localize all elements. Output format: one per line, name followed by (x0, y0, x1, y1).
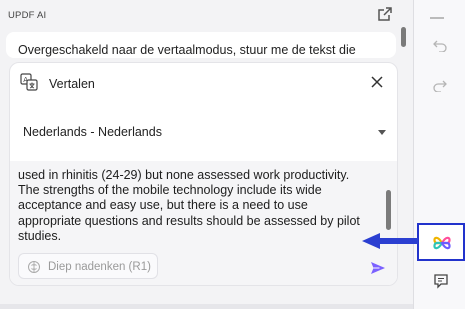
undo-icon[interactable] (433, 38, 447, 52)
updf-ai-logo-icon (433, 236, 451, 250)
chat-message-text: Overgeschakeld naar de vertaalmodus, stu… (18, 43, 356, 57)
translate-card-title: Vertalen (49, 77, 95, 91)
deep-think-button[interactable]: Diep nadenken (R1) (18, 253, 158, 279)
chevron-down-icon (378, 130, 386, 135)
ai-assistant-button[interactable] (417, 223, 465, 261)
pointer-arrow-icon (362, 233, 418, 249)
send-icon[interactable] (370, 261, 386, 275)
panel-title: UPDF AI (8, 10, 47, 21)
toolbar-divider (430, 17, 444, 19)
input-scrollbar[interactable] (386, 190, 391, 230)
brain-icon (28, 261, 40, 273)
translate-input-area[interactable]: used in rhinitis (24-29) but none assess… (10, 161, 397, 285)
chat-message: Overgeschakeld naar de vertaalmodus, stu… (6, 32, 396, 58)
language-select-value: Nederlands - Nederlands (23, 125, 162, 139)
right-toolbar (413, 0, 465, 309)
language-select[interactable]: Nederlands - Nederlands (10, 115, 397, 145)
translate-icon: A (20, 73, 38, 91)
close-icon[interactable] (369, 74, 385, 90)
translate-card-header: A Vertalen (10, 63, 397, 103)
panel-scrollbar[interactable] (401, 27, 406, 47)
popout-icon[interactable] (377, 6, 393, 22)
deep-think-label: Diep nadenken (R1) (48, 261, 151, 273)
panel-bottom-bar (0, 304, 413, 309)
ai-panel: UPDF AI Overgeschakeld naar de vertaalmo… (0, 0, 413, 309)
translate-input-text[interactable]: used in rhinitis (24-29) but none assess… (18, 168, 368, 244)
comment-icon[interactable] (433, 273, 449, 289)
redo-icon[interactable] (433, 78, 447, 92)
translate-card: A Vertalen Nederlands - Nederlands used … (9, 62, 398, 286)
